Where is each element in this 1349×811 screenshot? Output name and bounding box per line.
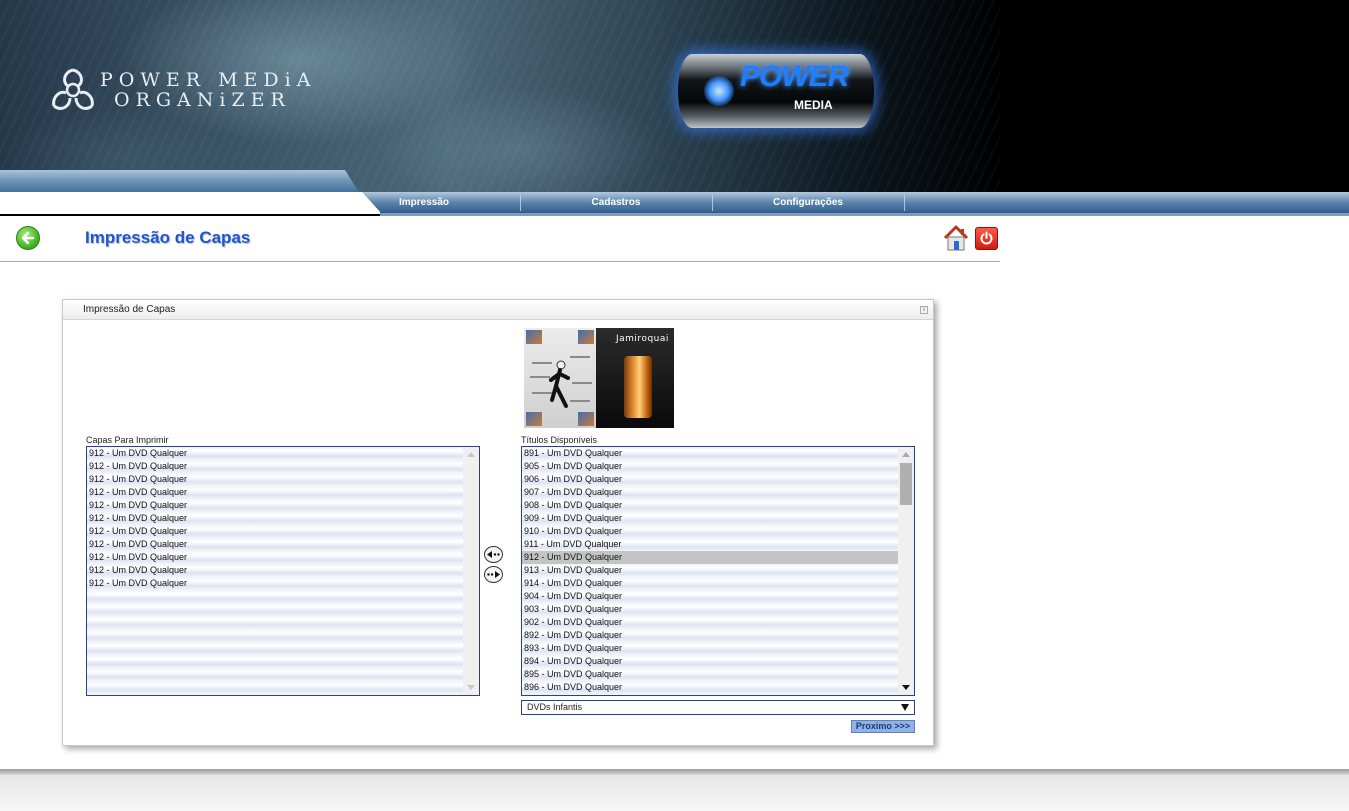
- logout-button[interactable]: [975, 227, 998, 250]
- list-item[interactable]: 894 - Um DVD Qualquer: [522, 655, 898, 668]
- biohazard-logo-icon: [52, 68, 94, 110]
- list-item[interactable]: 912 - Um DVD Qualquer: [87, 525, 463, 538]
- available-titles-list[interactable]: 891 - Um DVD Qualquer 905 - Um DVD Qualqu…: [521, 446, 915, 696]
- list-item[interactable]: 893 - Um DVD Qualquer: [522, 642, 898, 655]
- list-item[interactable]: 912 - Um DVD Qualquer: [87, 473, 463, 486]
- cover-preview-image: Jamiroquai: [524, 328, 674, 428]
- list-item[interactable]: 891 - Um DVD Qualquer: [522, 447, 898, 460]
- nav-item-configuracoes[interactable]: Configurações: [752, 195, 864, 211]
- logo-line-2: ORGANiZER: [114, 89, 291, 111]
- list-item[interactable]: 910 - Um DVD Qualquer: [522, 525, 898, 538]
- can-subtitle: MEDIA: [794, 98, 833, 112]
- move-right-button[interactable]: [484, 566, 503, 583]
- list-item[interactable]: 912 - Um DVD Qualquer: [87, 551, 463, 564]
- list-item[interactable]: 914 - Um DVD Qualquer: [522, 577, 898, 590]
- home-icon: [943, 225, 969, 251]
- power-media-can-logo: POWER MEDIA: [670, 48, 880, 132]
- list-item[interactable]: 912 - Um DVD Qualquer: [87, 460, 463, 473]
- nav-item-impressao[interactable]: Impressão: [378, 195, 470, 211]
- scroll-up-arrow-icon[interactable]: [467, 452, 475, 457]
- list-item[interactable]: 905 - Um DVD Qualquer: [522, 460, 898, 473]
- power-icon: [980, 231, 993, 245]
- page-title: Impressão de Capas: [85, 228, 251, 247]
- list-item[interactable]: 908 - Um DVD Qualquer: [522, 499, 898, 512]
- list-item[interactable]: 912 - Um DVD Qualquer: [87, 564, 463, 577]
- divider: [0, 261, 1000, 262]
- chevron-down-icon: [901, 704, 909, 711]
- covers-to-print-list[interactable]: 912 - Um DVD Qualquer 912 - Um DVD Qualqu…: [86, 446, 480, 696]
- list-item[interactable]: 912 - Um DVD Qualquer: [87, 486, 463, 499]
- list-item[interactable]: 902 - Um DVD Qualquer: [522, 616, 898, 629]
- nav-item-cadastros[interactable]: Cadastros: [560, 195, 672, 211]
- home-button[interactable]: [942, 224, 970, 252]
- list-item-selected[interactable]: 912 - Um DVD Qualquer: [522, 551, 898, 564]
- list-item[interactable]: 913 - Um DVD Qualquer: [522, 564, 898, 577]
- next-button[interactable]: Proximo >>>: [851, 720, 915, 733]
- list-item[interactable]: 912 - Um DVD Qualquer: [87, 499, 463, 512]
- genre-select-value: DVDs Infantis: [527, 702, 583, 712]
- can-title: POWER: [740, 60, 849, 93]
- list-item[interactable]: 892 - Um DVD Qualquer: [522, 629, 898, 642]
- move-right-icon: [487, 571, 500, 578]
- list-item[interactable]: 903 - Um DVD Qualquer: [522, 603, 898, 616]
- move-left-icon: [487, 551, 500, 558]
- app-logo-text: POWER MEDiA ORGANiZER: [100, 70, 316, 110]
- scrollbar-thumb[interactable]: [900, 463, 912, 505]
- scroll-down-arrow-icon[interactable]: [467, 685, 475, 690]
- list-item[interactable]: 896 - Um DVD Qualquer: [522, 681, 898, 694]
- list-item[interactable]: 911 - Um DVD Qualquer: [522, 538, 898, 551]
- cover-brand-text: Jamiroquai: [616, 334, 669, 344]
- list-item[interactable]: 904 - Um DVD Qualquer: [522, 590, 898, 603]
- back-arrow-icon: [21, 231, 35, 245]
- left-list-label: Capas Para Imprimir: [86, 435, 169, 445]
- dancer-figure-icon: [549, 360, 570, 408]
- scroll-up-arrow-icon[interactable]: [902, 452, 910, 457]
- right-list-label: Títulos Disponíveis: [521, 435, 598, 445]
- list-item[interactable]: 909 - Um DVD Qualquer: [522, 512, 898, 525]
- genre-select[interactable]: DVDs Infantis: [521, 700, 915, 715]
- move-left-button[interactable]: [484, 546, 503, 563]
- close-icon[interactable]: x: [920, 306, 928, 314]
- back-button[interactable]: [16, 226, 40, 250]
- list-item[interactable]: 912 - Um DVD Qualquer: [87, 447, 463, 460]
- logo-line-1: POWER MEDiA: [100, 69, 317, 91]
- list-item[interactable]: 907 - Um DVD Qualquer: [522, 486, 898, 499]
- footer: [0, 775, 1349, 811]
- panel-header: Impressão de Capas x: [63, 300, 933, 320]
- panel-title: Impressão de Capas: [83, 304, 176, 315]
- list-item[interactable]: 906 - Um DVD Qualquer: [522, 473, 898, 486]
- list-item[interactable]: 912 - Um DVD Qualquer: [87, 538, 463, 551]
- list-item[interactable]: 912 - Um DVD Qualquer: [87, 577, 463, 590]
- print-covers-panel: Impressão de Capas x Jamiroquai Capas Pa…: [62, 299, 934, 746]
- right-list-scrollbar[interactable]: [898, 447, 914, 695]
- main-nav: Impressão Cadastros Configurações: [0, 170, 1349, 216]
- left-list-scrollbar[interactable]: [463, 447, 479, 695]
- list-item[interactable]: 912 - Um DVD Qualquer: [87, 512, 463, 525]
- list-item[interactable]: 895 - Um DVD Qualquer: [522, 668, 898, 681]
- scroll-down-arrow-icon[interactable]: [902, 685, 910, 690]
